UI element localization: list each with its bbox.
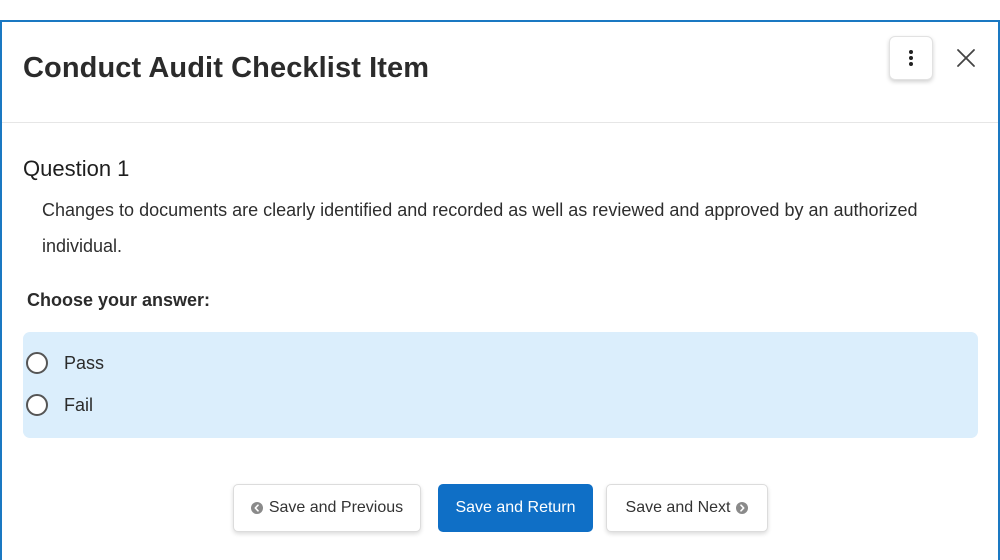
chevron-right-circle-icon xyxy=(736,502,749,514)
save-and-previous-button[interactable]: Save and Previous xyxy=(233,484,421,532)
question-heading: Question 1 xyxy=(23,156,130,181)
pass-radio[interactable] xyxy=(26,352,48,374)
question-text: Changes to documents are clearly identif… xyxy=(42,200,918,256)
save-and-return-label: Save and Return xyxy=(455,499,576,516)
option-pass-label: Pass xyxy=(64,352,105,373)
save-and-next-button[interactable]: Save and Next xyxy=(606,484,768,532)
close-button[interactable] xyxy=(952,44,980,72)
answer-options-panel: Pass Fail xyxy=(23,332,978,438)
option-fail[interactable]: Fail xyxy=(26,391,93,419)
save-and-previous-label: Save and Previous xyxy=(268,499,404,516)
answer-prompt: Choose your answer: xyxy=(27,290,211,310)
chevron-left-circle-icon xyxy=(250,502,263,514)
fail-radio[interactable] xyxy=(26,394,48,416)
close-icon xyxy=(957,49,975,67)
audit-checklist-dialog: Conduct Audit Checklist Item Question 1 … xyxy=(0,20,1000,560)
vertical-ellipsis-icon xyxy=(909,50,913,66)
more-options-button[interactable] xyxy=(889,36,933,80)
dialog-header: Conduct Audit Checklist Item xyxy=(2,22,998,123)
option-pass[interactable]: Pass xyxy=(26,349,104,377)
save-and-return-button[interactable]: Save and Return xyxy=(438,484,593,532)
save-and-next-label: Save and Next xyxy=(625,499,731,516)
option-fail-label: Fail xyxy=(64,394,94,415)
dialog-title: Conduct Audit Checklist Item xyxy=(23,52,430,84)
